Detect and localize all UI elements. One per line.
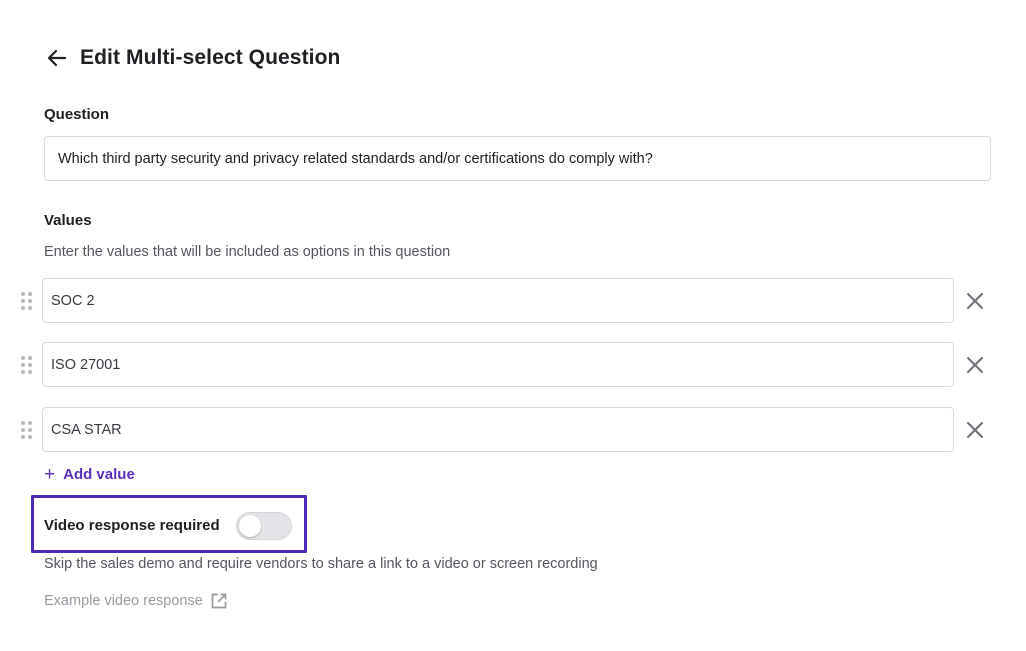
example-video-link-label: Example video response [44,593,203,609]
value-input[interactable] [42,278,954,323]
video-response-label: Video response required [44,517,220,534]
video-response-toggle[interactable] [236,512,292,540]
page-header: Edit Multi-select Question [44,42,340,74]
add-value-button[interactable]: + Add value [44,465,135,484]
add-value-label: Add value [63,466,135,483]
arrow-left-icon [47,49,67,67]
value-row [18,342,1008,388]
close-icon [967,293,983,309]
value-input[interactable] [42,342,954,387]
value-row [18,407,1008,453]
remove-value-button[interactable] [964,419,986,441]
drag-handle-icon[interactable] [21,292,35,310]
back-button[interactable] [44,45,70,71]
external-link-icon [210,592,228,610]
value-row [18,278,1008,324]
example-video-link[interactable]: Example video response [44,592,228,610]
video-response-help: Skip the sales demo and require vendors … [44,556,598,572]
remove-value-button[interactable] [964,354,986,376]
close-icon [967,422,983,438]
question-input[interactable] [44,136,991,181]
values-help-text: Enter the values that will be included a… [44,244,451,260]
page-title: Edit Multi-select Question [80,46,341,69]
drag-handle-icon[interactable] [21,356,35,374]
remove-value-button[interactable] [964,290,986,312]
value-input[interactable] [42,407,954,452]
question-label: Question [44,106,110,123]
toggle-knob [239,515,261,537]
plus-icon: + [44,464,56,485]
drag-handle-icon[interactable] [21,421,35,439]
values-label: Values [44,212,92,229]
close-icon [967,357,983,373]
